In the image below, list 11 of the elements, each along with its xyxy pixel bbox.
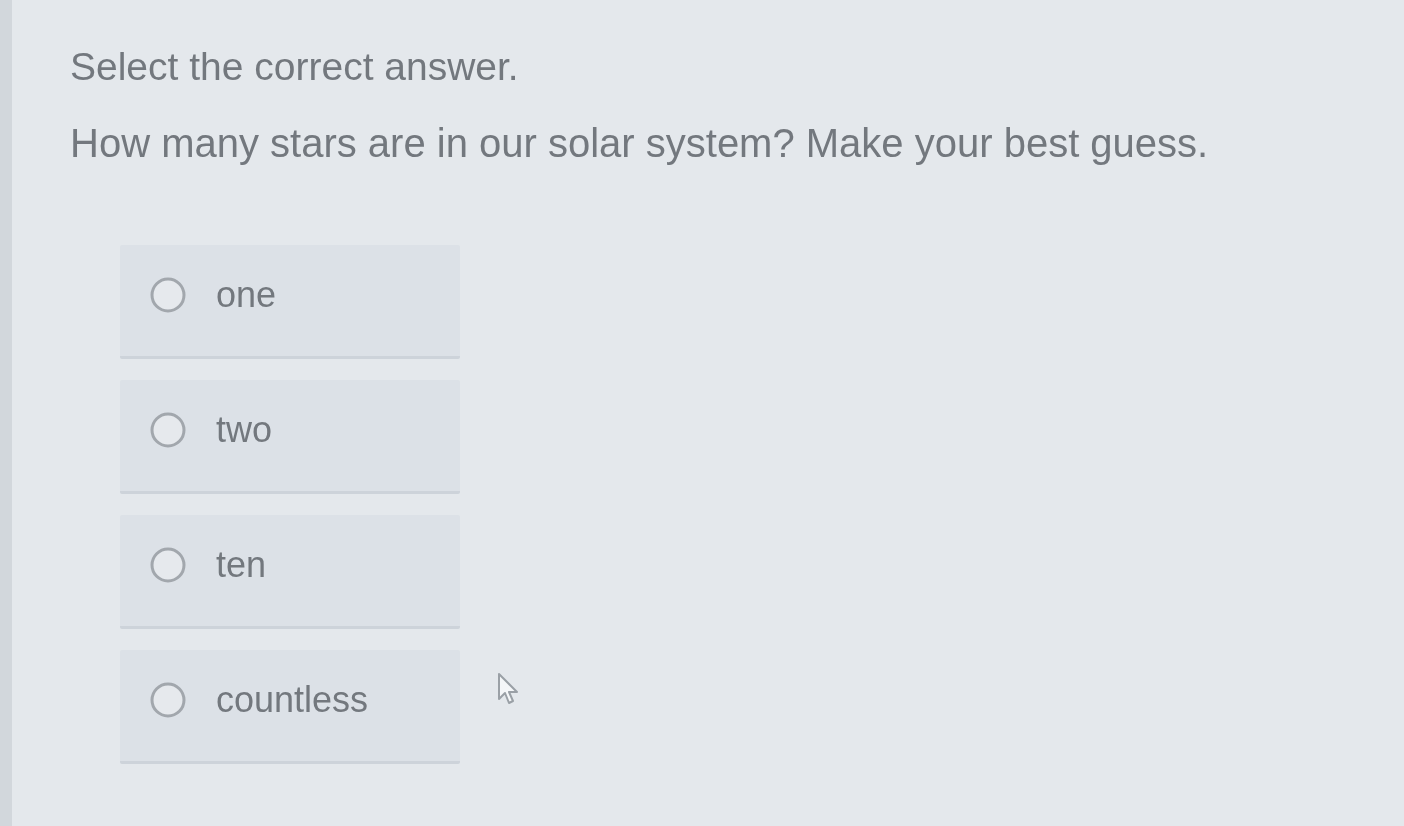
answer-option[interactable]: one bbox=[120, 244, 460, 359]
answer-option[interactable]: ten bbox=[120, 514, 460, 629]
radio-icon[interactable] bbox=[150, 547, 186, 584]
answer-option[interactable]: countless bbox=[120, 649, 460, 764]
answer-option[interactable]: two bbox=[120, 379, 460, 494]
question-text: How many stars are in our solar system? Make your best guess. bbox=[70, 119, 1209, 167]
radio-icon[interactable] bbox=[150, 682, 186, 719]
instruction-text: Select the correct answer. bbox=[70, 44, 519, 90]
mouse-pointer-icon bbox=[497, 672, 519, 706]
radio-icon[interactable] bbox=[150, 277, 186, 314]
radio-icon[interactable] bbox=[150, 412, 186, 449]
